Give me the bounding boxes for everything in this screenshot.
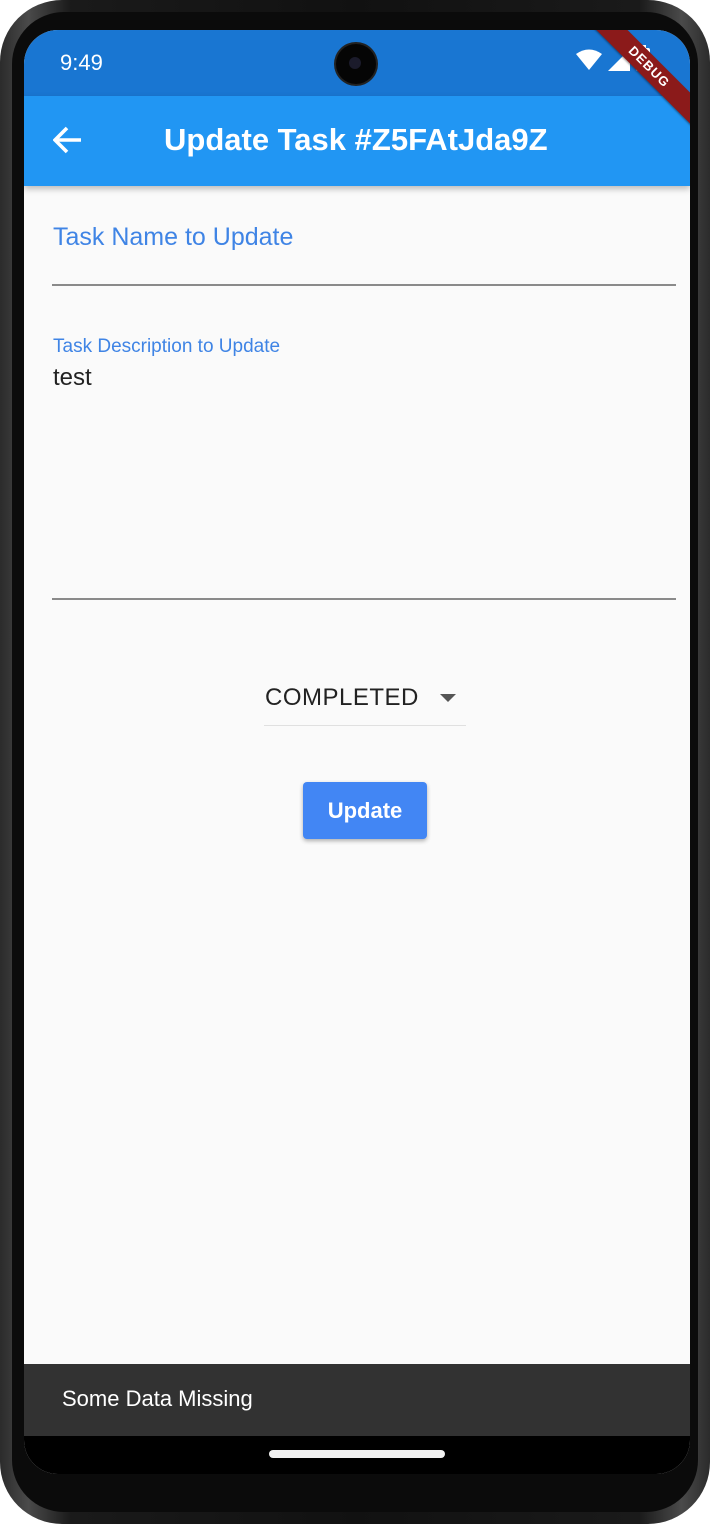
task-description-label: Task Description to Update: [53, 336, 281, 357]
wifi-icon: [576, 49, 602, 76]
task-name-field[interactable]: Task Name to Update: [52, 186, 676, 286]
home-indicator[interactable]: [269, 1450, 445, 1458]
system-nav-bar: [24, 1436, 690, 1474]
status-dropdown[interactable]: COMPLETED: [264, 662, 466, 726]
task-description-field[interactable]: Task Description to Update test: [52, 336, 676, 600]
status-bar: 9:49: [24, 30, 690, 96]
status-dropdown-value: COMPLETED: [265, 684, 419, 711]
update-button[interactable]: Update: [303, 782, 427, 839]
front-camera: [336, 44, 376, 84]
snackbar: Some Data Missing: [24, 1364, 690, 1436]
dropdown-arrow-icon: [440, 694, 456, 702]
snackbar-message: Some Data Missing: [62, 1386, 253, 1411]
app-screen: 9:49 DEBUG Update Task #Z5FAtJda9Z Task …: [24, 30, 690, 1474]
task-name-label: Task Name to Update: [53, 223, 294, 251]
arrow-back-icon: [52, 126, 83, 159]
back-button[interactable]: [46, 120, 90, 164]
status-time: 9:49: [60, 50, 103, 75]
page-title: Update Task #Z5FAtJda9Z: [164, 122, 548, 157]
app-bar: Update Task #Z5FAtJda9Z: [24, 96, 690, 186]
task-description-value: test: [53, 364, 92, 391]
